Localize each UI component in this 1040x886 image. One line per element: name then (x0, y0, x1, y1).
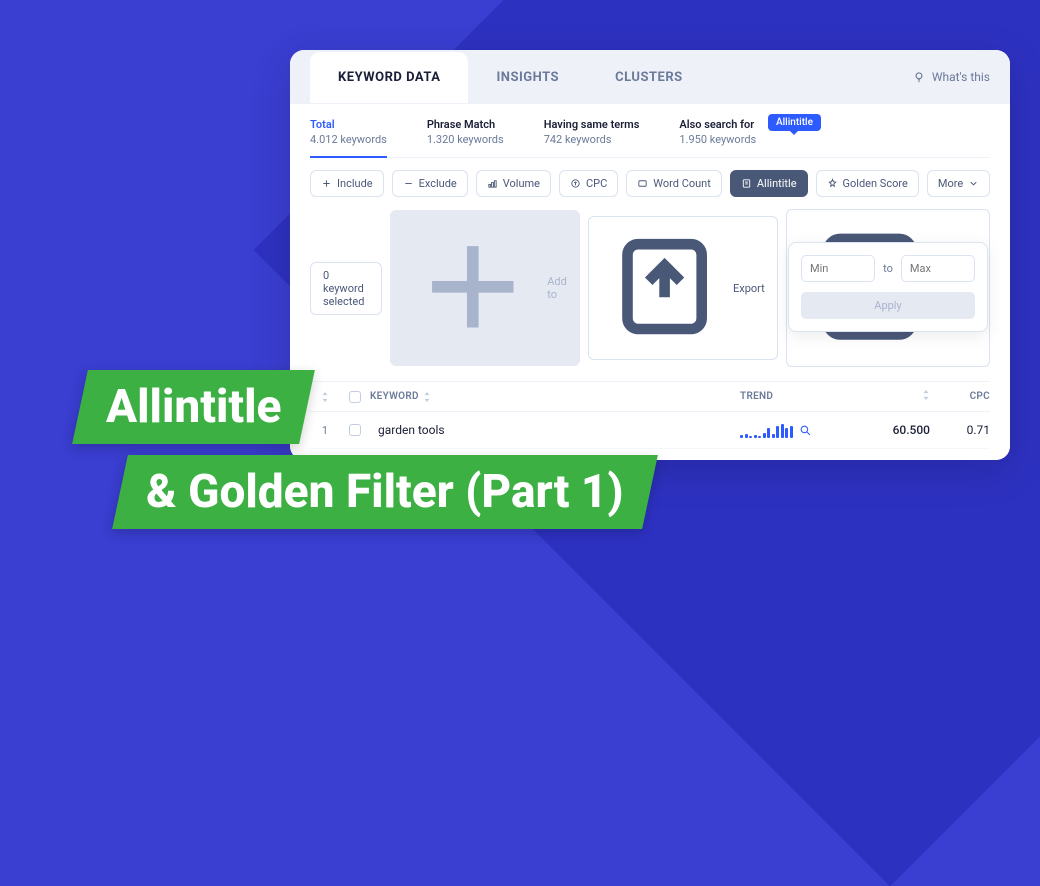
col-volume[interactable] (860, 390, 940, 403)
col-trend[interactable]: TREND (740, 391, 860, 402)
stat-same-terms[interactable]: Having same terms 742 keywords (544, 118, 640, 147)
magnifier-icon[interactable] (799, 424, 812, 437)
row-keyword: garden tools (370, 423, 740, 437)
tab-keyword-data[interactable]: KEYWORD DATA (310, 52, 468, 103)
row-number: 1 (310, 424, 340, 437)
max-input[interactable] (901, 255, 975, 282)
word-count-icon (637, 178, 648, 189)
table-header: KEYWORD TREND CPC (310, 381, 990, 412)
col-checkbox-all[interactable] (340, 391, 370, 403)
filter-label: More (938, 177, 963, 190)
row-trend (740, 422, 860, 438)
sort-icon (321, 392, 329, 402)
filter-label: Exclude (419, 177, 457, 190)
row-cpc: 0.71 (940, 423, 990, 437)
row-trend (740, 459, 860, 460)
col-cpc[interactable]: CPC (940, 391, 990, 402)
button-label: Add to (547, 275, 567, 301)
filter-row: Include Exclude Volume CPC Word Count Al… (310, 170, 990, 197)
stat-row: Total 4.012 keywords Phrase Match 1.320 … (310, 118, 990, 158)
filter-volume[interactable]: Volume (476, 170, 551, 197)
sort-icon (423, 392, 431, 402)
plus-icon (403, 217, 543, 360)
apply-button[interactable]: Apply (801, 292, 975, 319)
min-input[interactable] (801, 255, 875, 282)
filter-more[interactable]: More (927, 170, 990, 197)
tab-bar: KEYWORD DATA INSIGHTS CLUSTERS What's th… (290, 50, 1010, 104)
stat-label: Total (310, 118, 387, 131)
chevron-down-icon (968, 178, 979, 189)
button-label: Export (733, 282, 765, 295)
cpc-icon (570, 178, 581, 189)
sparkline-icon (740, 422, 793, 438)
filter-label: Golden Score (843, 177, 908, 190)
popover-inputs: to (801, 255, 975, 282)
stat-value: 1.950 keywords (679, 133, 756, 146)
tab-insights[interactable]: INSIGHTS (468, 52, 587, 103)
filter-label: CPC (586, 177, 607, 190)
export-button[interactable]: Export (588, 216, 778, 360)
title-banner-line1: Allintitle (72, 370, 315, 444)
checkbox-icon (349, 424, 361, 436)
allintitle-range-popover: to Apply (788, 242, 988, 332)
col-label: KEYWORD (370, 391, 419, 402)
stat-also-search[interactable]: Also search for 1.950 keywords (679, 118, 756, 147)
allintitle-icon (741, 178, 752, 189)
filter-cpc[interactable]: CPC (559, 170, 618, 197)
stat-value: 742 keywords (544, 133, 640, 146)
filter-label: Allintitle (757, 177, 797, 190)
plus-icon (321, 178, 332, 189)
stat-value: 4.012 keywords (310, 133, 387, 146)
stat-label: Also search for (679, 118, 756, 131)
filter-exclude[interactable]: Exclude (392, 170, 468, 197)
allintitle-tooltip: Allintitle (768, 114, 821, 131)
stat-value: 1.320 keywords (427, 133, 504, 146)
stat-label: Phrase Match (427, 118, 504, 131)
sparkline-icon (740, 459, 793, 460)
table-row: 1 garden tools 60.5000.71 (310, 412, 990, 449)
filter-label: Word Count (653, 177, 711, 190)
whats-this-link[interactable]: What's this (912, 70, 990, 84)
stat-total[interactable]: Total 4.012 keywords (310, 118, 387, 158)
stat-phrase-match[interactable]: Phrase Match 1.320 keywords (427, 118, 504, 147)
filter-label: Volume (503, 177, 540, 190)
to-label: to (883, 262, 893, 275)
app-window: KEYWORD DATA INSIGHTS CLUSTERS What's th… (290, 50, 1010, 460)
volume-icon (487, 178, 498, 189)
col-sort[interactable] (310, 392, 340, 402)
selection-info: 0 keyword selected (310, 262, 382, 315)
filter-label: Include (337, 177, 373, 190)
filter-word-count[interactable]: Word Count (626, 170, 722, 197)
col-keyword[interactable]: KEYWORD (370, 391, 740, 402)
golden-score-icon (827, 178, 838, 189)
keyword-table: KEYWORD TREND CPC 1 garden tools 60.5000.7… (310, 381, 990, 460)
whats-this-label: What's this (932, 70, 990, 84)
filter-include[interactable]: Include (310, 170, 384, 197)
stat-label: Having same terms (544, 118, 640, 131)
filter-allintitle[interactable]: Allintitle (730, 170, 808, 197)
sort-icon (922, 390, 930, 400)
minus-icon (403, 178, 414, 189)
row-checkbox[interactable] (340, 424, 370, 436)
lightbulb-icon (912, 70, 926, 84)
row-volume: 60.500 (860, 423, 940, 437)
title-banner-line2: & Golden Filter (Part 1) (112, 455, 657, 529)
tab-clusters[interactable]: CLUSTERS (587, 52, 711, 103)
filter-golden-score[interactable]: Golden Score (816, 170, 919, 197)
checkbox-icon (349, 391, 361, 403)
export-icon (601, 223, 728, 353)
add-to-button[interactable]: Add to (390, 210, 580, 367)
